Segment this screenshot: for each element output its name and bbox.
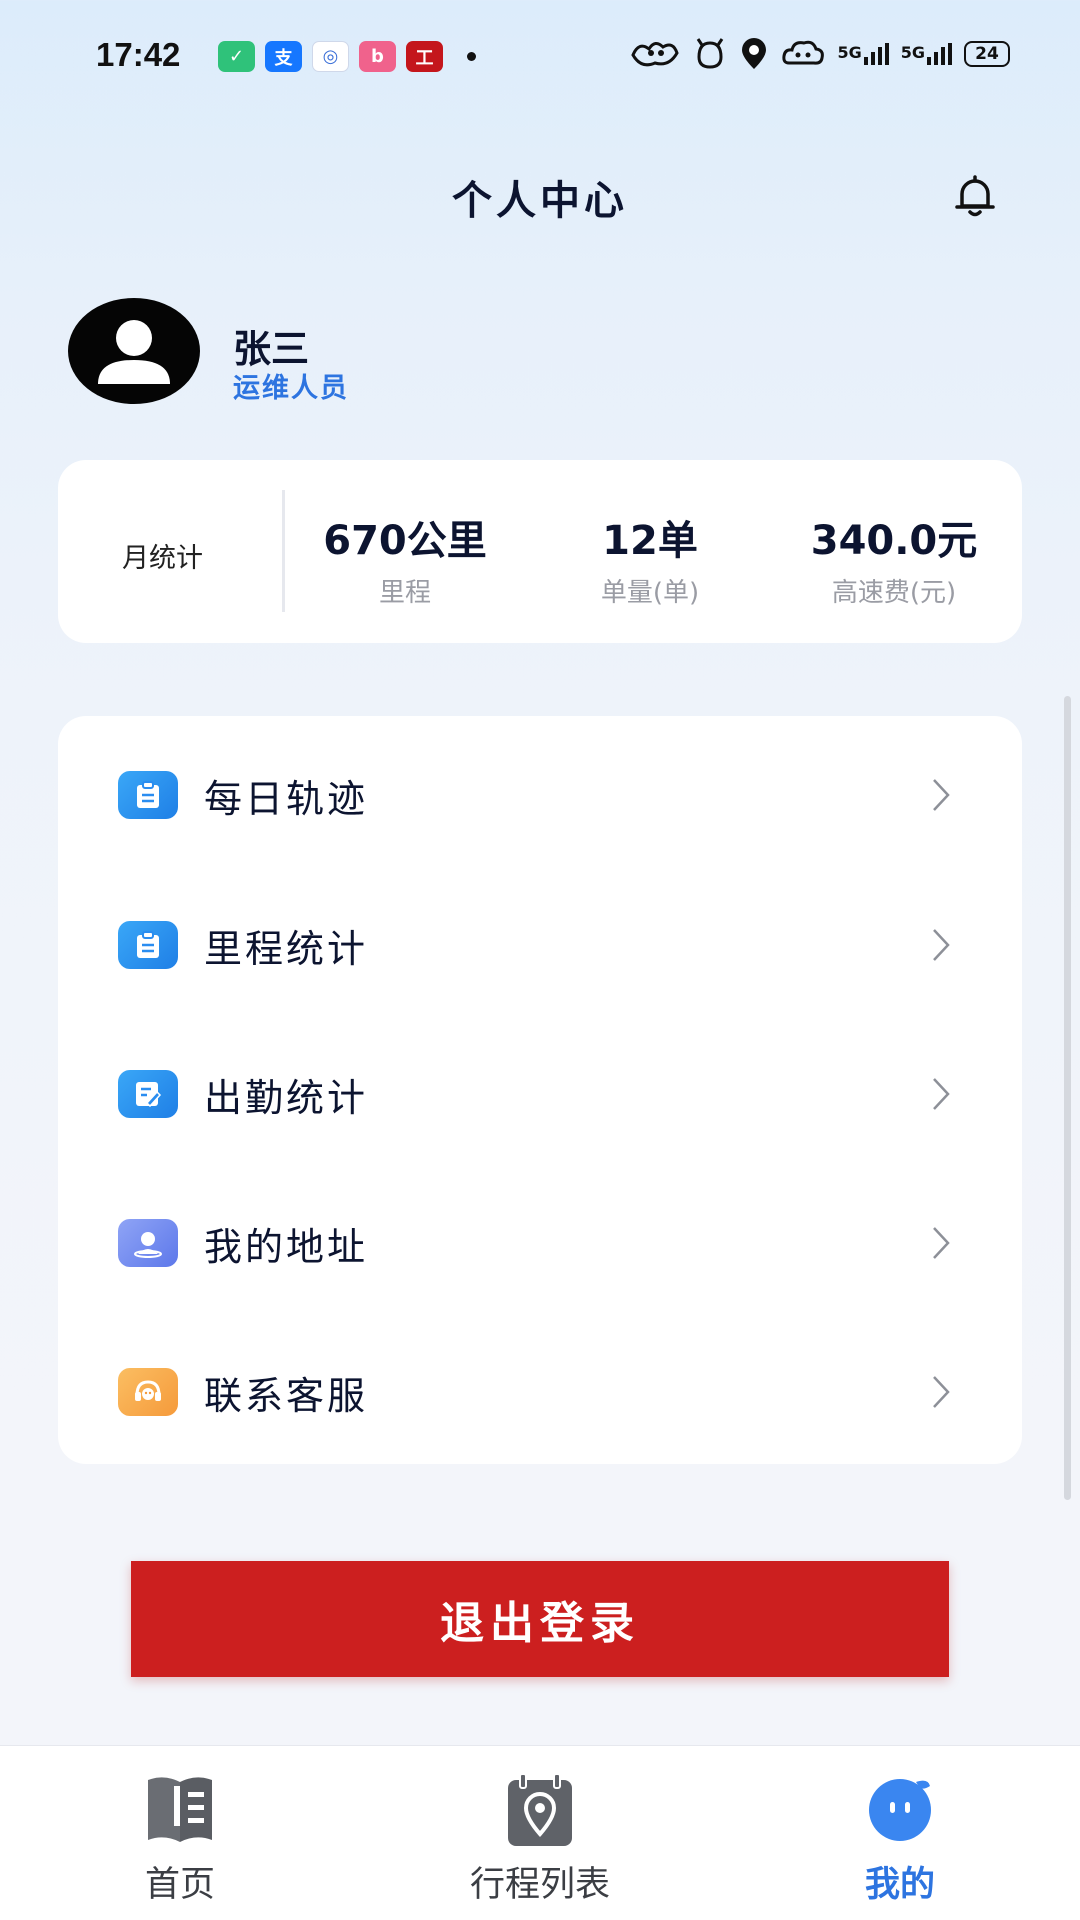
menu-item-label: 联系客服: [204, 1373, 369, 1418]
battery-icon: 24: [964, 41, 1010, 67]
chevron-right-icon: [933, 1376, 950, 1408]
battery-level: 24: [975, 44, 999, 64]
user-role: 运维人员: [233, 373, 349, 404]
page-title: 个人中心: [452, 178, 628, 224]
menu-item-attendance-stats[interactable]: 出勤统计: [58, 1019, 1022, 1169]
menu-item-mileage-stats[interactable]: 里程统计: [58, 870, 1022, 1020]
chevron-right-icon: [933, 779, 950, 811]
map-calendar-icon: [508, 1773, 572, 1846]
menu-item-label: 里程统计: [204, 926, 369, 971]
headset-icon: [118, 1368, 178, 1416]
mi-home-icon: ✓: [218, 41, 255, 72]
menu-item-label: 出勤统计: [204, 1075, 369, 1120]
logout-button[interactable]: 退出登录: [131, 1561, 949, 1677]
user-silhouette-icon: [98, 320, 170, 384]
notification-app-icons: ✓ 支 ◎ b 工: [218, 41, 476, 72]
tab-label: 行程列表: [469, 1865, 610, 1905]
status-bar: 17:42 ✓ 支 ◎ b 工 5G 5G 24: [0, 0, 1080, 115]
stat-value: 12单: [602, 518, 698, 564]
stat-toll-fees: 340.0元 高速费(元): [774, 508, 1014, 609]
stat-orders: 12单 单量(单): [530, 508, 770, 609]
clipboard-icon: [118, 921, 178, 969]
stat-mileage: 670公里 里程: [285, 508, 525, 609]
signal-bars-1-icon: [863, 43, 889, 65]
location-person-icon: [118, 1219, 178, 1267]
stat-label: 单量(单): [600, 578, 700, 608]
chevron-right-icon: [933, 1227, 950, 1259]
stat-value: 670公里: [323, 518, 487, 564]
chevron-right-icon: [933, 929, 950, 961]
network-1-indicator: 5G: [837, 43, 889, 65]
cloud-sticker-icon: [781, 36, 825, 72]
book-icon: [148, 1777, 212, 1842]
stats-label: 月统计: [122, 543, 203, 574]
signal-bars-2-icon: [927, 43, 952, 65]
tab-trip-list[interactable]: 行程列表: [440, 1746, 640, 1920]
icbc-icon: 工: [406, 41, 443, 72]
menu-item-label: 我的地址: [204, 1224, 369, 1269]
menu-item-label: 每日轨迹: [204, 776, 369, 821]
edit-document-icon: [118, 1070, 178, 1118]
bell-icon[interactable]: [950, 172, 1000, 222]
chevron-right-icon: [933, 1078, 950, 1110]
bank-app-icon: ◎: [312, 41, 349, 72]
alipay-icon: 支: [265, 41, 302, 72]
more-notifications-dot-icon: [467, 52, 476, 61]
pet-sticker-icon: [693, 36, 727, 72]
menu-card: 每日轨迹 里程统计 出勤统计 我的地址 联系客服: [58, 716, 1022, 1464]
bottom-tab-bar: 首页 行程列表 我的: [0, 1745, 1080, 1920]
user-name: 张三: [233, 327, 310, 371]
dragon-sticker-icon: [629, 36, 681, 72]
location-pin-icon: [739, 36, 769, 72]
monthly-stats-card: 月统计 670公里 里程 12单 单量(单) 340.0元 高速费(元): [58, 460, 1022, 643]
tab-label: 我的: [864, 1865, 935, 1905]
menu-item-customer-service[interactable]: 联系客服: [58, 1317, 1022, 1467]
tab-label: 首页: [144, 1865, 215, 1905]
status-time: 17:42: [96, 36, 181, 73]
status-indicators: 5G 5G 24: [629, 36, 1010, 72]
tab-home[interactable]: 首页: [80, 1746, 280, 1920]
network-2-indicator: 5G: [901, 43, 952, 65]
network-2-type: 5G: [900, 43, 925, 62]
avatar[interactable]: [68, 298, 200, 404]
scrollbar[interactable]: [1064, 696, 1071, 1500]
menu-item-my-address[interactable]: 我的地址: [58, 1168, 1022, 1318]
stat-value: 340.0元: [810, 518, 978, 564]
stat-label: 高速费(元): [831, 578, 957, 608]
clipboard-icon: [118, 771, 178, 819]
network-1-type: 5G: [837, 43, 862, 62]
chat-bubble-face-icon: [869, 1779, 931, 1841]
tab-mine[interactable]: 我的: [800, 1746, 1000, 1920]
menu-item-daily-track[interactable]: 每日轨迹: [58, 720, 1022, 870]
bilibili-icon: b: [359, 41, 396, 72]
stat-label: 里程: [378, 578, 431, 608]
